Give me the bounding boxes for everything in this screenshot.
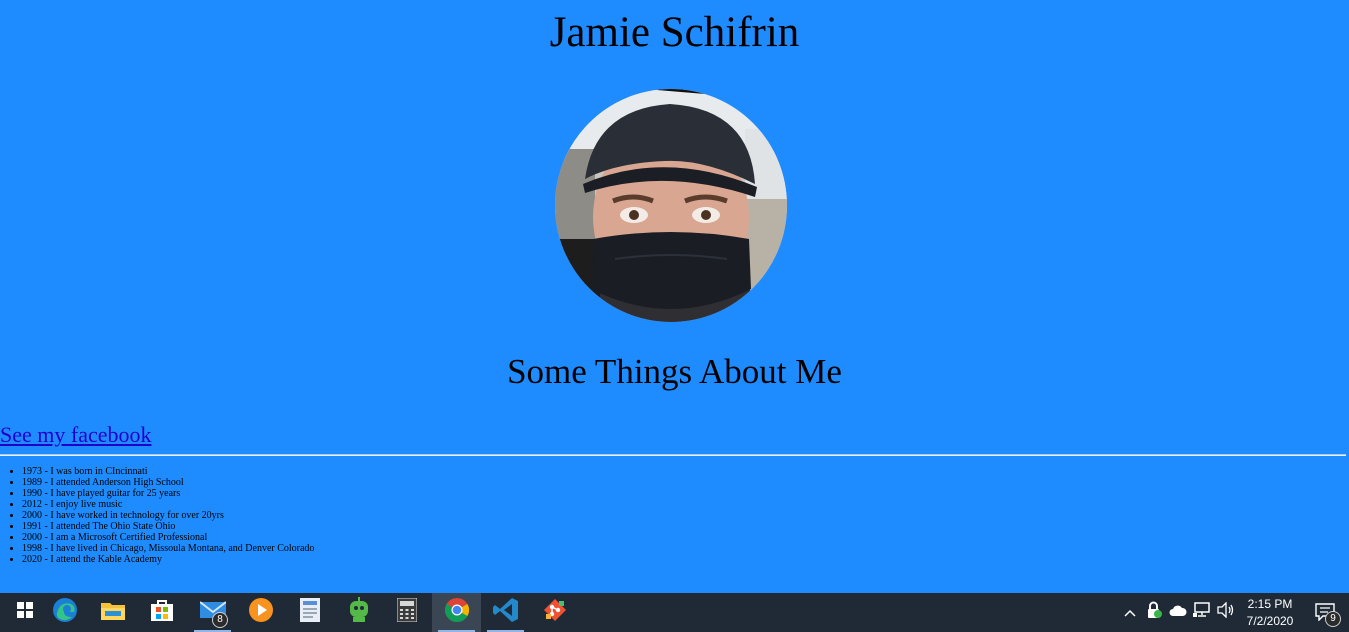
facebook-link[interactable]: See my facebook: [0, 421, 152, 449]
horizontal-divider: [0, 454, 1346, 456]
taskbar-edge[interactable]: [40, 593, 89, 632]
robot-icon: [347, 597, 371, 628]
lock-icon: [1145, 601, 1163, 624]
tray-onedrive[interactable]: [1167, 593, 1189, 632]
store-bag-icon: [150, 598, 174, 627]
taskbar-chrome[interactable]: [432, 593, 481, 632]
tray-volume[interactable]: [1215, 593, 1237, 632]
network-icon: [1193, 602, 1211, 623]
tray-network[interactable]: [1191, 593, 1213, 632]
taskbar-contacts[interactable]: [285, 593, 334, 632]
action-center-button[interactable]: 9: [1308, 593, 1344, 632]
list-item: 1989 - I attended Anderson High School: [22, 477, 314, 488]
list-item: 1991 - I attended The Ohio State Ohio: [22, 521, 314, 532]
git-icon: [543, 598, 567, 627]
taskbar: 8 2:15 PM 7/2/2020 9: [0, 593, 1349, 632]
contact-card-icon: [299, 598, 320, 627]
list-item: 2000 - I have worked in technology for o…: [22, 510, 314, 521]
taskbar-vpn[interactable]: [334, 593, 383, 632]
taskbar-clock[interactable]: 2:15 PM 7/2/2020: [1240, 596, 1300, 630]
cloud-icon: [1169, 604, 1187, 622]
speaker-icon: [1217, 601, 1235, 623]
vscode-icon: [492, 597, 519, 628]
taskbar-file-explorer[interactable]: [88, 593, 137, 632]
clock-date: 7/2/2020: [1246, 614, 1294, 628]
web-page: Jamie Schifrin Some Things About Me See …: [0, 0, 1349, 593]
calculator-icon: [396, 597, 417, 627]
list-item: 1998 - I have lived in Chicago, Missoula…: [22, 543, 314, 554]
list-item: 1973 - I was born in CIncinnati: [22, 466, 314, 477]
mail-badge: 8: [212, 612, 228, 628]
facts-list: 1973 - I was born in CIncinnati 1989 - I…: [0, 466, 314, 565]
list-item: 2020 - I attend the Kable Academy: [22, 554, 314, 565]
list-item: 1990 - I have played guitar for 25 years: [22, 488, 314, 499]
taskbar-store[interactable]: [137, 593, 186, 632]
section-heading: Some Things About Me: [507, 352, 842, 391]
taskbar-mail[interactable]: 8: [188, 593, 237, 632]
chevron-up-icon: [1124, 604, 1136, 622]
tray-overflow-button[interactable]: [1120, 593, 1140, 632]
list-item: 2000 - I am a Microsoft Certified Profes…: [22, 532, 314, 543]
tray-vpn-status[interactable]: [1143, 593, 1165, 632]
folder-icon: [100, 600, 125, 625]
profile-photo: [555, 89, 787, 322]
windows-logo-icon: [16, 602, 33, 623]
taskbar-media-player[interactable]: [236, 593, 285, 632]
chrome-icon: [444, 598, 469, 627]
play-icon: [248, 598, 273, 627]
page-title: Jamie Schifrin: [549, 9, 800, 56]
list-item: 2012 - I enjoy live music: [22, 499, 314, 510]
edge-browser-icon: [52, 597, 78, 628]
taskbar-git[interactable]: [530, 593, 579, 632]
clock-time: 2:15 PM: [1247, 597, 1293, 611]
taskbar-vscode[interactable]: [481, 593, 530, 632]
notifications-badge: 9: [1325, 610, 1341, 627]
taskbar-calculator[interactable]: [382, 593, 431, 632]
notification-icon: 9: [1315, 602, 1341, 627]
